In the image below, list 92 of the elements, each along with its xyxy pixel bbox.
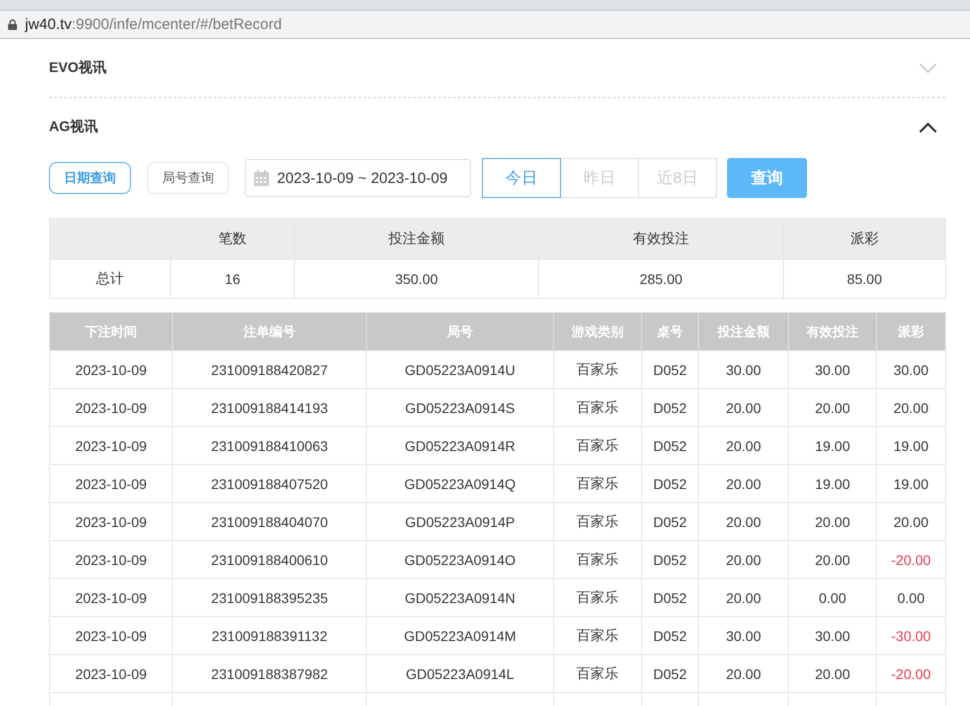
table-cell: 20.00	[876, 388, 946, 426]
table-cell: 30.00	[876, 350, 946, 388]
table-cell: D052	[642, 616, 698, 654]
table-cell: 19.00	[788, 426, 876, 464]
table-cell: 2023-10-09	[50, 388, 172, 426]
table-cell: 30.00	[698, 616, 788, 654]
column-header: 有效投注	[538, 218, 784, 260]
table-cell: D052	[642, 426, 698, 464]
table-cell: 百家乐	[554, 426, 642, 464]
table-cell: D052	[642, 388, 698, 426]
table-cell: GD05223A0914N	[366, 578, 554, 616]
section-title: AG视讯	[49, 118, 98, 136]
table-cell: 20.00	[698, 654, 788, 692]
table-cell: GD05223A0914R	[366, 426, 554, 464]
table-cell: 百家乐	[554, 388, 642, 426]
table-cell: 30.00	[788, 616, 876, 654]
table-cell: 231009188420827	[172, 350, 366, 388]
table-cell: -20.00	[876, 654, 946, 692]
table-cell: 231009188407520	[172, 464, 366, 502]
table-cell: 19.00	[788, 464, 876, 502]
calendar-icon	[254, 170, 269, 186]
table-cell: 231009188404070	[172, 502, 366, 540]
table-cell: 350.00	[294, 260, 538, 298]
column-header: 笔数	[170, 218, 294, 260]
table-cell: D052	[642, 464, 698, 502]
search-mode-tab[interactable]: 局号查询	[147, 162, 229, 194]
table-cell: 20.00	[698, 426, 788, 464]
table-cell: 2023-10-09	[50, 540, 172, 578]
table-cell: -20.00	[876, 540, 946, 578]
table-cell: D052	[642, 350, 698, 388]
table-cell: 2023-10-09	[50, 464, 172, 502]
table-cell: 百家乐	[554, 464, 642, 502]
table-cell: GD05223A0914Q	[366, 464, 554, 502]
table-cell: 总计	[50, 260, 170, 298]
table-cell: GD05223A0914L	[366, 654, 554, 692]
table-cell: 85.00	[784, 260, 946, 298]
table-cell: 20.00	[788, 388, 876, 426]
table-cell: GD05223A0914P	[366, 502, 554, 540]
column-header: 派彩	[784, 218, 946, 260]
table-cell: 百家乐	[554, 578, 642, 616]
table-cell: 百家乐	[554, 616, 642, 654]
table-cell: 2023-10-09	[50, 502, 172, 540]
table-cell: D052	[642, 540, 698, 578]
table-cell: 2023-10-09	[50, 578, 172, 616]
table-cell: 20.00	[788, 654, 876, 692]
table-cell: 20.00	[698, 464, 788, 502]
table-cell: 30.00	[788, 350, 876, 388]
table-cell: 0.00	[876, 578, 946, 616]
search-mode-tab[interactable]: 日期查询	[49, 162, 131, 194]
table-cell: 2023-10-09	[50, 426, 172, 464]
table-cell: D052	[642, 502, 698, 540]
address-bar[interactable]: jw40.tv:9900/infe/mcenter/#/betRecord	[0, 10, 970, 39]
table-cell: D052	[642, 654, 698, 692]
table-cell: D052	[642, 578, 698, 616]
table-cell: 20.00	[698, 540, 788, 578]
query-button[interactable]: 查询	[727, 158, 807, 198]
table-cell: 2023-10-09	[50, 616, 172, 654]
table-cell: 20.00	[788, 540, 876, 578]
table-cell: GD05223A0914M	[366, 616, 554, 654]
table-cell: GD05223A0914S	[366, 388, 554, 426]
table-cell: 20.00	[698, 578, 788, 616]
section-title: EVO视讯	[49, 59, 107, 77]
table-cell: 231009188400610	[172, 540, 366, 578]
table-cell: 19.00	[876, 464, 946, 502]
date-range-field[interactable]: 2023-10-09 ~ 2023-10-09	[245, 159, 471, 197]
column-header: 投注金额	[294, 218, 538, 260]
table-cell: 231009188391132	[172, 616, 366, 654]
table-cell: 0.00	[788, 578, 876, 616]
table-cell: 20.00	[788, 502, 876, 540]
table-cell: 20.00	[876, 502, 946, 540]
table-cell: 231009188395235	[172, 578, 366, 616]
table-cell: 20.00	[698, 502, 788, 540]
table-cell: 2023-10-09	[50, 654, 172, 692]
table-cell: 百家乐	[554, 350, 642, 388]
table-cell: 16	[170, 260, 294, 298]
table-cell: 231009188410063	[172, 426, 366, 464]
table-cell: 百家乐	[554, 654, 642, 692]
table-cell: 百家乐	[554, 502, 642, 540]
table-cell: 20.00	[698, 388, 788, 426]
table-cell: 30.00	[698, 350, 788, 388]
table-cell: 2023-10-09	[50, 350, 172, 388]
table-cell: 285.00	[538, 260, 784, 298]
date-preset-tab[interactable]: 今日	[482, 158, 561, 198]
table-cell: 231009188387982	[172, 654, 366, 692]
table-cell: 百家乐	[554, 540, 642, 578]
table-cell: 19.00	[876, 426, 946, 464]
lock-icon	[8, 19, 17, 30]
table-cell: GD05223A0914O	[366, 540, 554, 578]
table-cell: 231009188414193	[172, 388, 366, 426]
table-cell: -30.00	[876, 616, 946, 654]
chevron-up-icon[interactable]	[919, 122, 937, 132]
table-cell: GD05223A0914U	[366, 350, 554, 388]
